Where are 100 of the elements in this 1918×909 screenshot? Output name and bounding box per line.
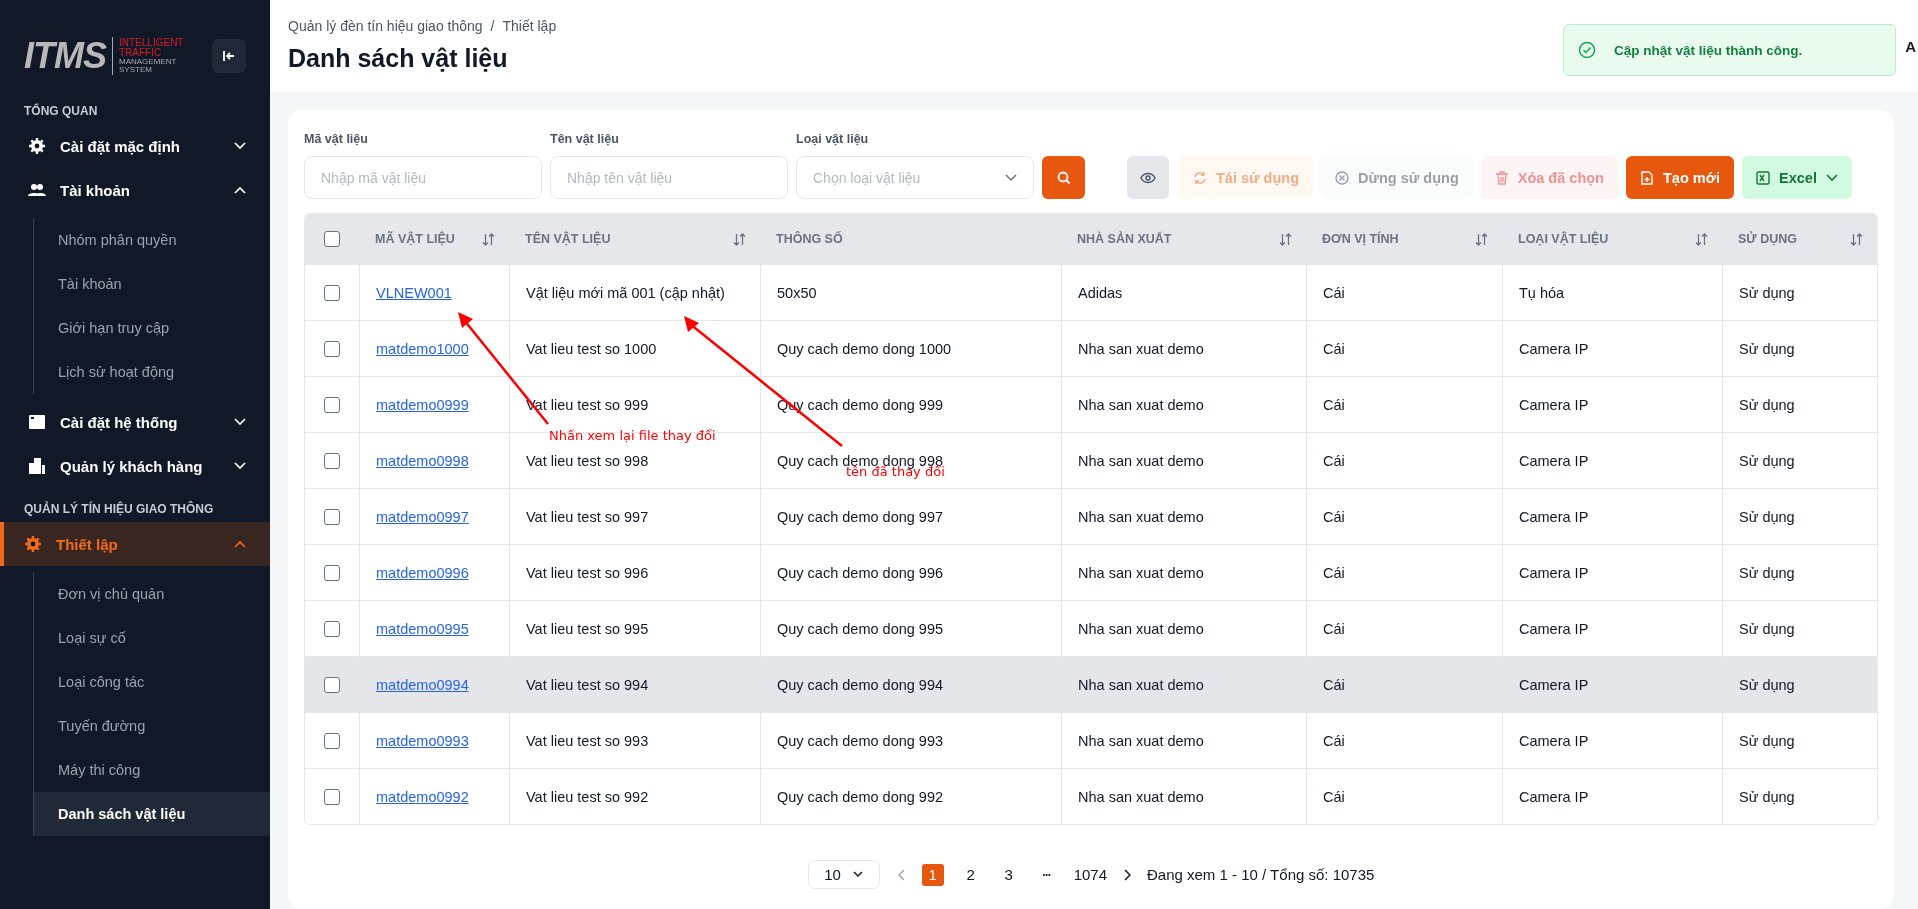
sidebar-item[interactable]: Tuyến đường [34,704,270,748]
sidebar-group[interactable]: Cài đặt hệ thống [0,400,270,444]
toast-message: Cập nhật vật liệu thành công. [1614,42,1803,58]
sidebar-group[interactable]: Tài khoản [0,168,270,212]
sidebar-item[interactable]: Loại sự cố [34,616,270,660]
action-button[interactable]: Tạo mới [1625,156,1734,199]
page-number[interactable]: 1 [921,863,944,886]
table-cell: Quy cach demo dong 994 [777,676,944,693]
table-row[interactable]: matdemo1000 Vat lieu test so 1000 Quy cach demo dong 1000 Nha san xuat demo Cái Camera IP Sử dụng [305,320,1877,376]
pagination-ellipsis[interactable]: ••• [1035,863,1058,886]
table-cell: Vat lieu test so 997 [526,508,649,525]
table-row[interactable]: matdemo0997 Vat lieu test so 997 Quy cach demo dong 997 Nha san xuat demo Cái Camera IP Sử dụng [305,488,1877,544]
table-cell: Cái [1323,564,1345,581]
input-field[interactable]: Nhập mã vật liệu [304,156,542,199]
sidebar-item[interactable]: Danh sách vật liệu [34,792,270,836]
chevron-icon [234,462,246,470]
sidebar-item[interactable]: Lịch sử hoạt động [34,350,270,394]
sidebar-item[interactable]: Loại công tác [34,660,270,704]
sort-icon[interactable] [733,232,746,246]
sidebar-item[interactable]: Đơn vị chủ quản [34,572,270,616]
material-code-link[interactable]: matdemo1000 [376,340,469,357]
table-cell: Camera IP [1519,340,1589,357]
table-cell: Sử dụng [1739,396,1795,413]
table-row[interactable]: matdemo0993 Vat lieu test so 993 Quy cach demo dong 993 Nha san xuat demo Cái Camera IP Sử dụng [305,712,1877,768]
previous-page-icon[interactable] [897,868,906,881]
row-checkbox[interactable] [324,620,340,637]
sidebar-group[interactable]: Thiết lập [0,522,270,566]
sort-icon[interactable] [1850,232,1863,246]
sort-icon[interactable] [1279,232,1292,246]
table-cell: Vat lieu test so 998 [526,452,649,469]
column-header: LOẠI VẬT LIỆU [1518,232,1609,246]
page-number[interactable]: 3 [997,863,1020,886]
sidebar-item[interactable]: Giới hạn truy cập [34,306,270,350]
table-cell: 50x50 [777,284,817,301]
building-icon [28,457,46,475]
chevron-icon [234,540,246,548]
row-checkbox[interactable] [324,732,340,749]
material-code-link[interactable]: matdemo0999 [376,396,469,413]
material-code-link[interactable]: matdemo0998 [376,452,469,469]
row-checkbox[interactable] [324,396,340,413]
column-header: ĐƠN VỊ TÍNH [1322,232,1399,246]
table-row[interactable]: VLNEW001 Vật liệu mới mã 001 (cập nhật) 50x50 Adidas Cái Tụ hóa Sử dụng [305,264,1877,320]
search-button[interactable] [1042,156,1085,199]
row-checkbox[interactable] [324,564,340,581]
table-cell: Sử dụng [1739,340,1795,357]
row-checkbox[interactable] [324,452,340,469]
material-code-link[interactable]: matdemo0995 [376,620,469,637]
row-checkbox[interactable] [324,508,340,525]
table-cell: Vat lieu test so 996 [526,564,649,581]
breadcrumb-separator: / [490,18,495,34]
caret-icon [1825,173,1838,182]
filter-label: Mã vật liệu [304,132,369,146]
table-row[interactable]: matdemo0994 Vat lieu test so 994 Quy cach demo dong 994 Nha san xuat demo Cái Camera IP Sử dụng [305,656,1877,712]
table-row[interactable]: matdemo0992 Vat lieu test so 992 Quy cach demo dong 992 Nha san xuat demo Cái Camera IP Sử dụng [305,768,1877,824]
table-row[interactable]: matdemo0996 Vat lieu test so 996 Quy cach demo dong 996 Nha san xuat demo Cái Camera IP Sử dụng [305,544,1877,600]
chevron-down-icon [852,871,863,878]
row-checkbox[interactable] [324,788,340,805]
sidebar-item[interactable]: Nhóm phân quyền [34,218,270,262]
sort-icon[interactable] [1475,232,1488,246]
input-field[interactable]: Nhập tên vật liệu [550,156,788,199]
sidebar-group[interactable]: Quản lý khách hàng [0,444,270,488]
table-row[interactable]: matdemo0995 Vat lieu test so 995 Quy cach demo dong 995 Nha san xuat demo Cái Camera IP Sử dụng [305,600,1877,656]
breadcrumb-link[interactable]: Quản lý đèn tín hiệu giao thông [288,18,483,34]
new-file-icon [1639,170,1654,185]
row-checkbox[interactable] [324,284,340,301]
table-cell: Quy cach demo dong 995 [777,620,944,637]
table-cell: Nha san xuat demo [1078,620,1204,637]
search-icon [1056,170,1071,185]
breadcrumb-link[interactable]: Thiết lập [502,18,557,34]
row-checkbox[interactable] [324,676,340,693]
itms-logo: ITMS INTELLIGENT TRAFFIC MANAGEMENT SYSTEM [24,37,184,75]
sort-icon[interactable] [1695,232,1708,246]
material-code-link[interactable]: matdemo0996 [376,564,469,581]
row-checkbox[interactable] [324,340,340,357]
page-size-select[interactable]: 10 [807,860,880,889]
material-code-link[interactable]: matdemo0997 [376,508,469,525]
collapse-sidebar-button[interactable] [212,39,246,73]
table-cell: Quy cach demo dong 992 [777,788,944,805]
column-visibility-button[interactable] [1127,156,1169,199]
material-code-link[interactable]: VLNEW001 [376,284,452,301]
sidebar-item[interactable]: Tài khoản [34,262,270,306]
select-all-checkbox[interactable] [324,231,340,247]
material-code-link[interactable]: matdemo0992 [376,788,469,805]
sort-icon[interactable] [482,232,495,246]
material-code-link[interactable]: matdemo0993 [376,732,469,749]
page-number[interactable]: 1074 [1073,863,1107,886]
user-name[interactable]: A [1905,30,1916,55]
table-cell: Quy cach demo dong 1000 [777,340,952,357]
table-cell: Cái [1323,340,1345,357]
table-cell: Camera IP [1519,676,1589,693]
action-button[interactable]: Excel [1742,156,1852,199]
sidebar-group[interactable]: Cài đặt mặc định [0,124,270,168]
material-code-link[interactable]: matdemo0994 [376,676,469,693]
table-cell: Nha san xuat demo [1078,564,1204,581]
next-page-icon[interactable] [1123,868,1131,881]
sidebar-item[interactable]: Máy thi công [34,748,270,792]
chevron-icon [234,418,246,426]
table-cell: Camera IP [1519,452,1589,469]
page-number[interactable]: 2 [959,863,982,886]
table-cell: Camera IP [1519,564,1589,581]
